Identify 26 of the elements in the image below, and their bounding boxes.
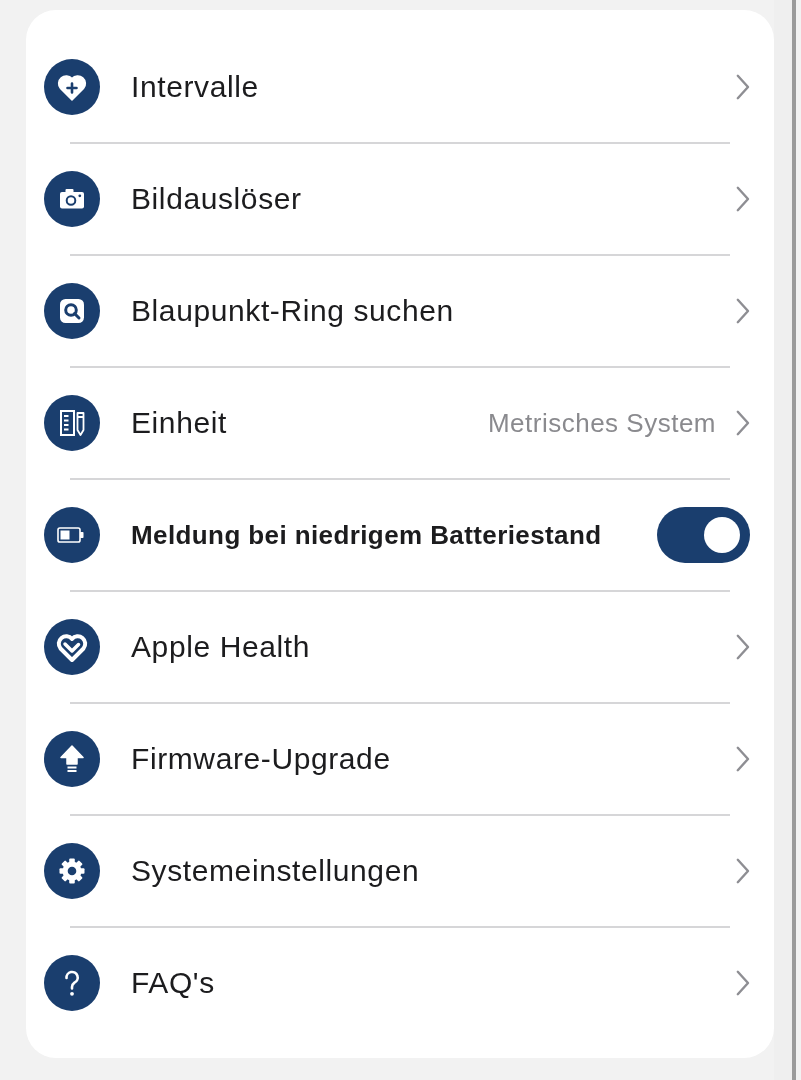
- heart-plus-icon: [44, 59, 100, 115]
- document-pencil-icon: [44, 395, 100, 451]
- chevron-right-icon: [736, 858, 750, 884]
- battery-icon: [44, 507, 100, 563]
- settings-item-label[interactable]: Meldung bei niedrigem Batteriestand: [131, 519, 657, 551]
- settings-item-label[interactable]: FAQ's: [131, 966, 736, 1000]
- chevron-right-icon: [736, 74, 750, 100]
- search-icon: [44, 283, 100, 339]
- camera-icon: [44, 171, 100, 227]
- settings-item-label[interactable]: Intervalle: [131, 70, 736, 104]
- chevron-right-icon: [736, 634, 750, 660]
- settings-icon: [44, 843, 100, 899]
- question-mark-icon: [44, 955, 100, 1011]
- chevron-right-icon: [736, 970, 750, 996]
- chevron-right-icon: [736, 410, 750, 436]
- unit-value: Metrisches System: [487, 407, 716, 439]
- chevron-right-icon: [736, 186, 750, 212]
- settings-item-label[interactable]: Blaupunkt-Ring suchen: [131, 294, 736, 328]
- settings-item-label[interactable]: Systemeinstellungen: [131, 854, 736, 888]
- settings-item-label[interactable]: Firmware-Upgrade: [131, 742, 736, 776]
- chevron-right-icon: [736, 298, 750, 324]
- settings-item-label[interactable]: Bildauslöser: [131, 182, 736, 216]
- toggle-switch[interactable]: [657, 507, 750, 563]
- settings-item-label[interactable]: Apple Health: [131, 630, 736, 664]
- chevron-right-icon: [736, 746, 750, 772]
- settings-item-label[interactable]: Einheit: [131, 406, 488, 440]
